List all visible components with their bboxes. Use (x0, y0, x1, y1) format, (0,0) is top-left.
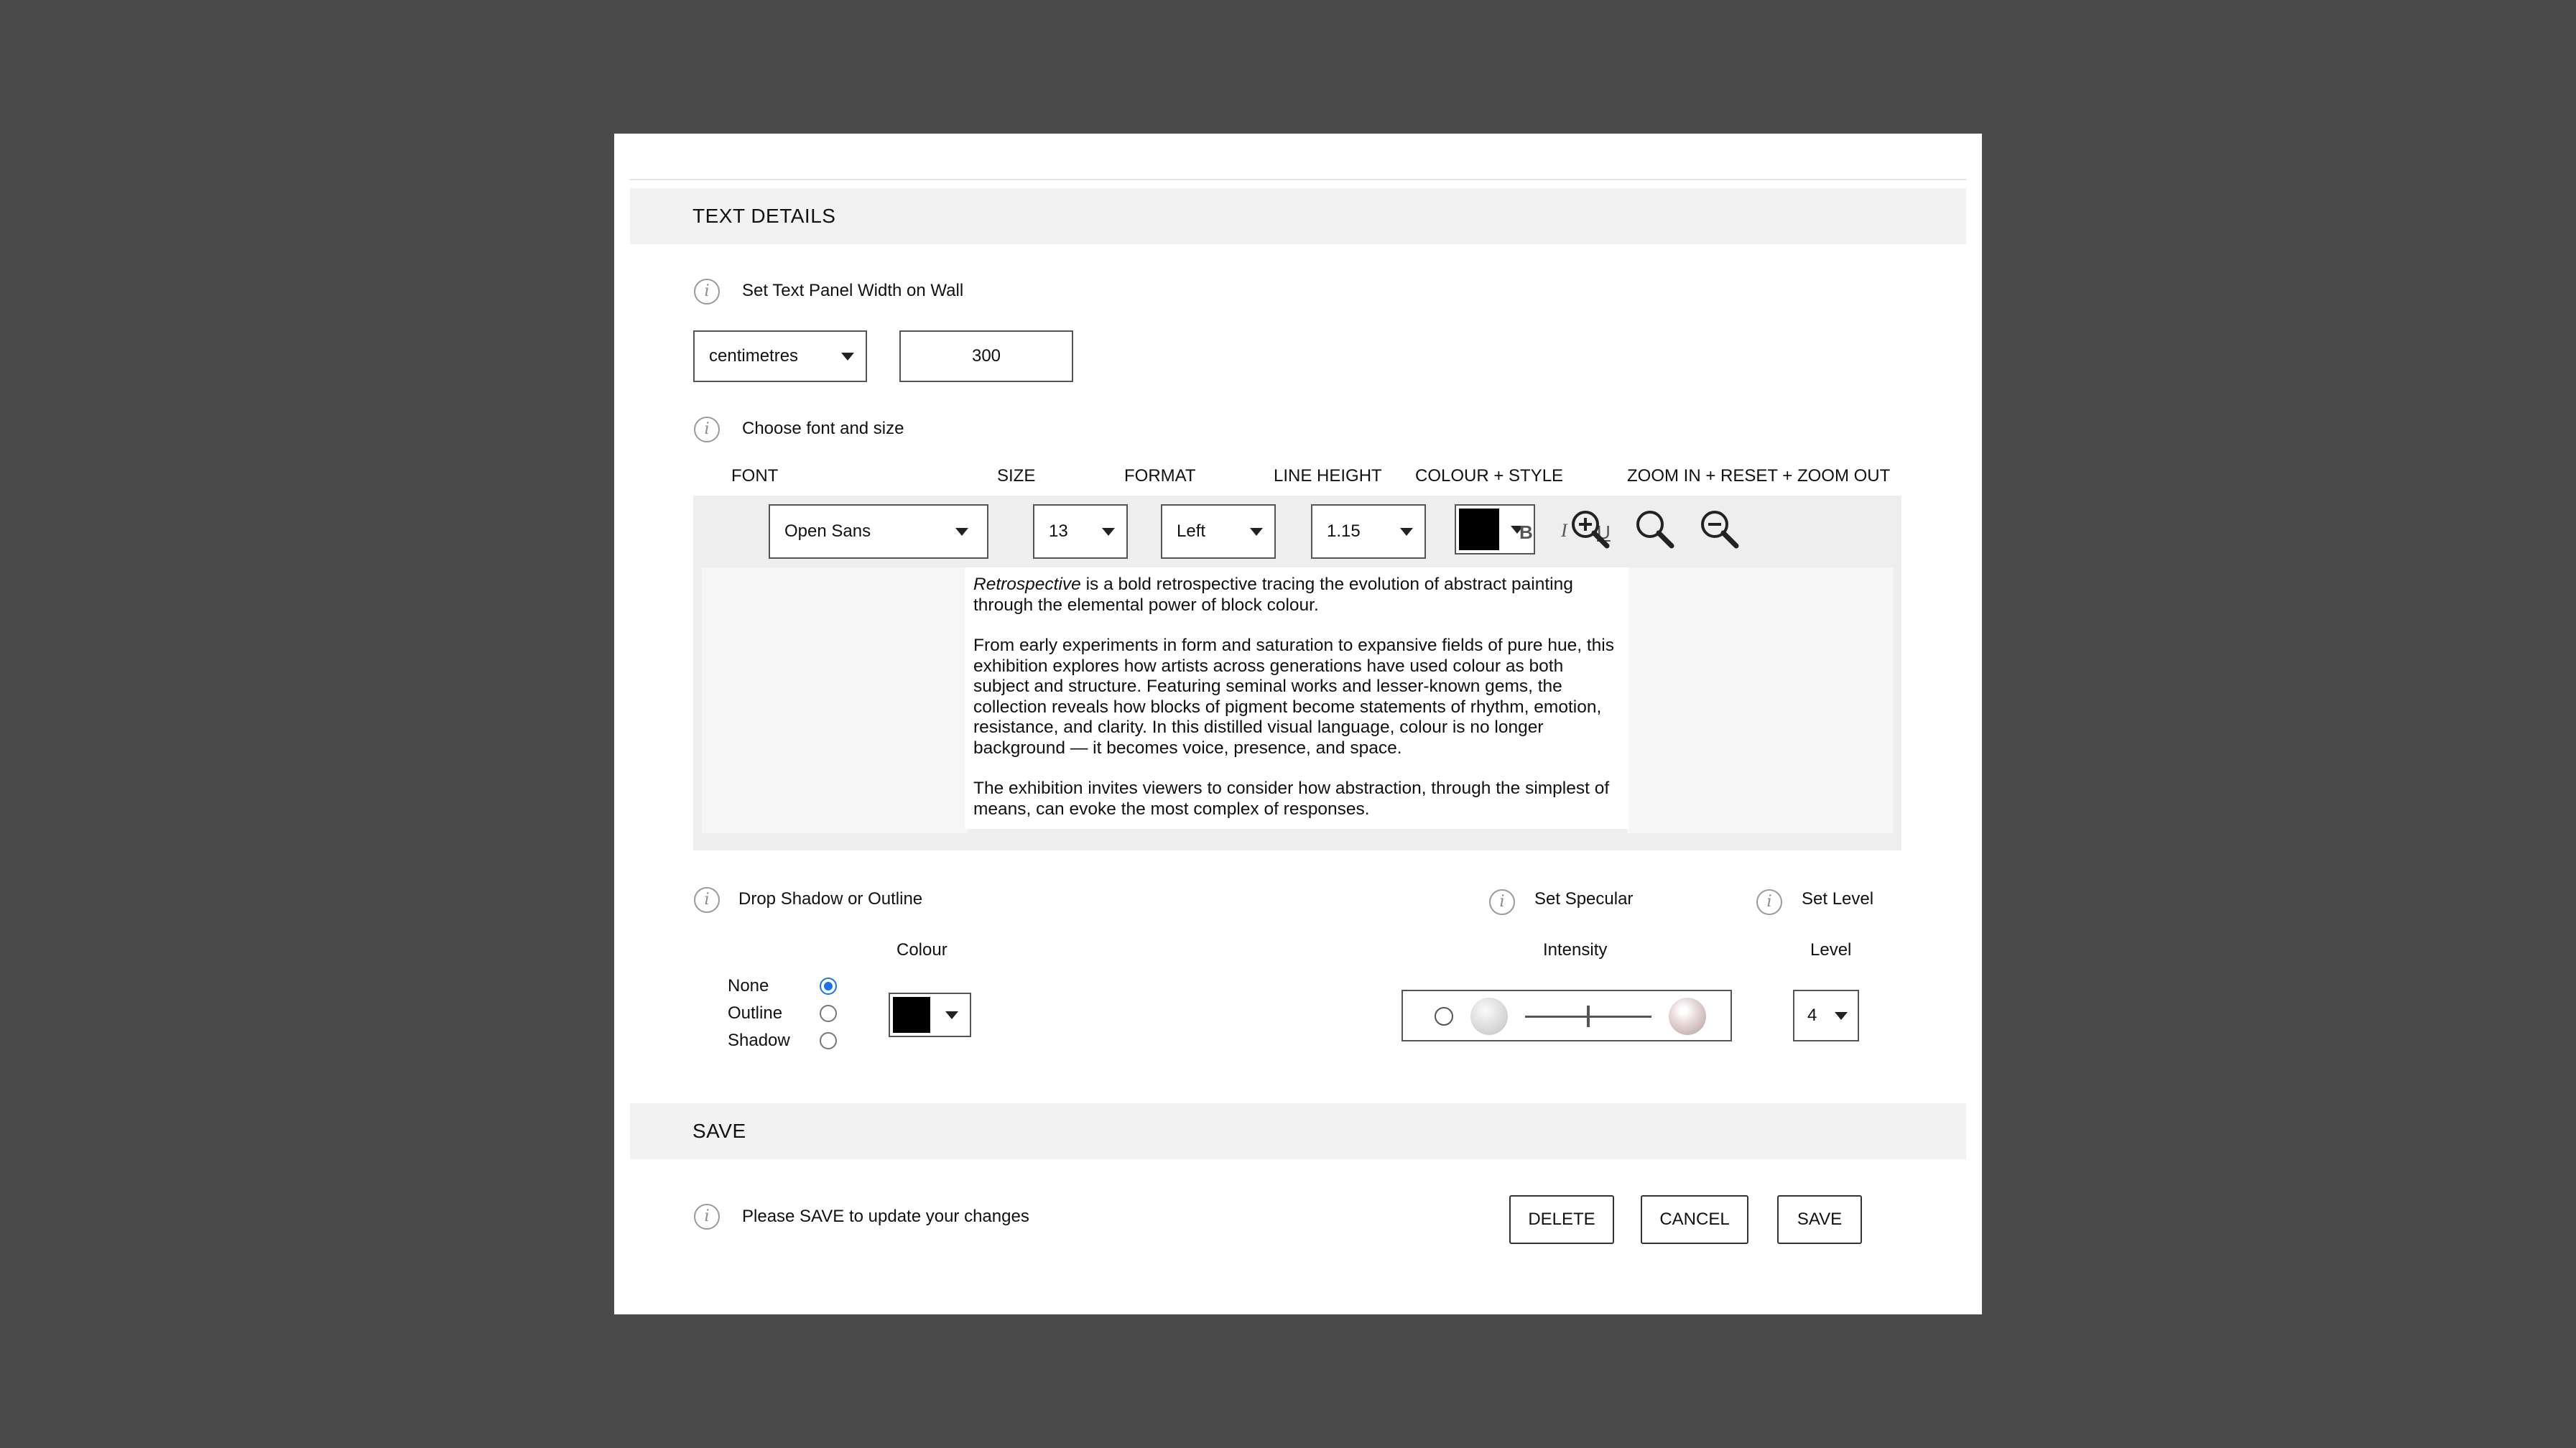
size-select-value: 13 (1049, 521, 1068, 541)
save-button[interactable]: SAVE (1777, 1195, 1862, 1244)
editor-paragraph: The exhibition invites viewers to consid… (973, 779, 1610, 819)
radio-label-outline: Outline (728, 1003, 783, 1023)
top-divider (630, 179, 1966, 180)
chevron-down-icon (1400, 528, 1413, 536)
panel-width-input[interactable]: 300 (899, 330, 1073, 382)
chevron-down-icon (955, 528, 968, 536)
delete-button[interactable]: DELETE (1509, 1195, 1614, 1244)
zoom-reset-icon[interactable] (1633, 507, 1677, 552)
radio-shadow[interactable] (820, 1032, 837, 1049)
editor-margin-right (1627, 567, 1893, 833)
text-details-modal: TEXT DETAILS i Set Text Panel Width on W… (614, 134, 1982, 1314)
italic-button[interactable]: I (1561, 520, 1567, 542)
font-select[interactable]: Open Sans (769, 504, 988, 559)
radio-outline[interactable] (820, 1005, 837, 1022)
chevron-down-icon (1835, 1012, 1848, 1020)
save-section-header: SAVE (630, 1103, 1966, 1159)
panel-width-label: Set Text Panel Width on Wall (742, 281, 964, 300)
colour-style-column-heading: COLOUR + STYLE (1415, 466, 1564, 486)
zoom-column-heading: ZOOM IN + RESET + ZOOM OUT (1627, 466, 1891, 486)
intensity-slider-handle[interactable] (1587, 1006, 1590, 1027)
size-select[interactable]: 13 (1033, 504, 1128, 559)
specular-intensity-control[interactable] (1401, 990, 1732, 1041)
editor-paragraph: Retrospective is a bold retrospective tr… (973, 575, 1620, 616)
radio-label-none: None (728, 976, 769, 996)
save-message: Please SAVE to update your changes (742, 1207, 1029, 1226)
chevron-down-icon (1102, 528, 1115, 536)
empty-circle-icon (1435, 1007, 1453, 1026)
editor-margin-left (702, 567, 968, 833)
cancel-button[interactable]: CANCEL (1641, 1195, 1748, 1244)
shadow-colour-heading: Colour (896, 940, 948, 960)
text-colour-swatch (1459, 509, 1499, 550)
size-column-heading: SIZE (997, 466, 1036, 486)
shadow-colour-picker[interactable] (889, 993, 971, 1037)
chevron-down-icon (945, 1011, 958, 1019)
chevron-down-icon (1250, 528, 1263, 536)
text-editor[interactable]: Retrospective is a bold retrospective tr… (965, 567, 1628, 829)
font-column-heading: FONT (731, 466, 779, 486)
zoom-out-icon[interactable] (1697, 507, 1742, 552)
radio-none[interactable] (820, 978, 837, 995)
font-select-value: Open Sans (784, 521, 871, 541)
line-height-select-value: 1.15 (1327, 521, 1361, 541)
font-section-label: Choose font and size (742, 419, 904, 438)
info-icon[interactable]: i (694, 887, 720, 913)
save-section-title: SAVE (692, 1120, 746, 1142)
info-icon[interactable]: i (694, 417, 720, 442)
info-icon[interactable]: i (1756, 889, 1782, 915)
unit-select[interactable]: centimetres (693, 330, 867, 382)
level-select[interactable]: 4 (1793, 990, 1859, 1041)
level-label: Set Level (1802, 889, 1874, 909)
line-height-select[interactable]: 1.15 (1311, 504, 1426, 559)
format-select[interactable]: Left (1161, 504, 1276, 559)
format-column-heading: FORMAT (1124, 466, 1196, 486)
matte-sphere-icon (1470, 998, 1508, 1035)
level-select-value: 4 (1807, 1006, 1817, 1025)
format-select-value: Left (1177, 521, 1206, 541)
text-details-header: TEXT DETAILS (630, 188, 1966, 244)
level-heading: Level (1810, 940, 1852, 960)
editor-title-italic: Retrospective (973, 575, 1081, 594)
glossy-sphere-icon (1669, 998, 1706, 1035)
unit-select-value: centimetres (709, 346, 799, 366)
zoom-in-icon[interactable] (1568, 507, 1613, 552)
intensity-heading: Intensity (1543, 940, 1608, 960)
info-icon[interactable]: i (1489, 889, 1515, 915)
info-icon[interactable]: i (694, 279, 720, 305)
specular-label: Set Specular (1534, 889, 1634, 909)
editor-paragraph: From early experiments in form and satur… (973, 636, 1614, 758)
shadow-colour-swatch (893, 997, 930, 1033)
line-height-column-heading: LINE HEIGHT (1274, 466, 1382, 486)
text-details-title: TEXT DETAILS (692, 205, 836, 227)
radio-label-shadow: Shadow (728, 1031, 790, 1050)
info-icon[interactable]: i (694, 1204, 720, 1230)
drop-shadow-label: Drop Shadow or Outline (738, 889, 923, 909)
bold-button[interactable]: B (1519, 521, 1533, 544)
chevron-down-icon (841, 353, 854, 361)
text-editor-area: Open Sans 13 Left 1.15 B I U Retrospecti… (693, 496, 1901, 850)
